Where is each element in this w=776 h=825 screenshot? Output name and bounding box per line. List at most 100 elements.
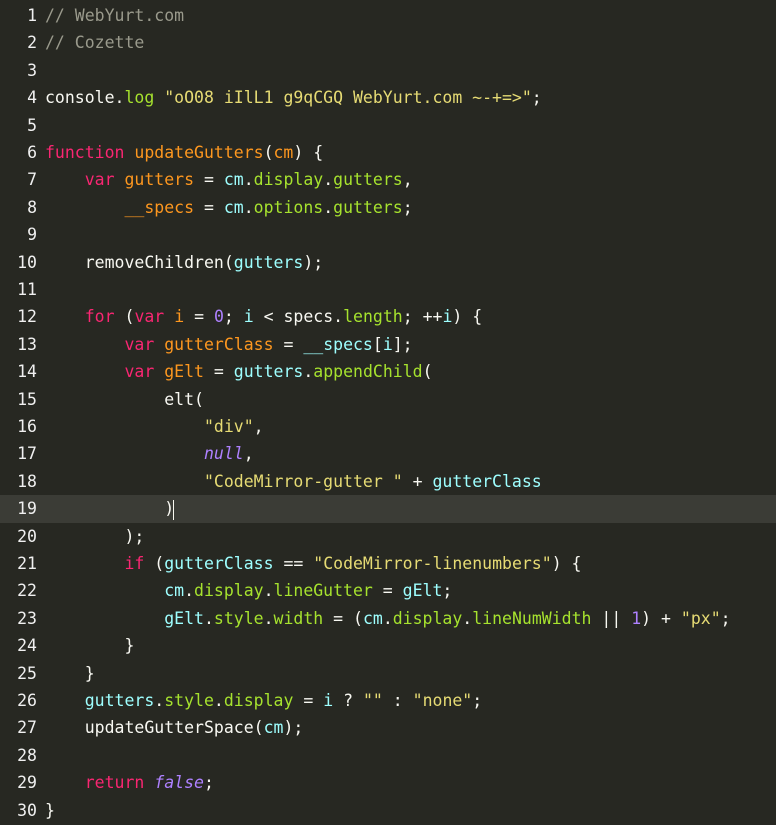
code-token: . [333,307,344,327]
line-number: 5 [27,115,37,135]
code-line[interactable]: 25 } [0,660,776,687]
code-text[interactable]: console.log "oO08 iIlL1 g9qCGQ WebYurt.c… [45,84,542,111]
code-line[interactable]: 2 // Cozette [0,29,776,56]
line-number: 13 [17,334,37,354]
code-token: console [45,88,115,108]
code-line[interactable]: 29 return false; [0,769,776,796]
code-line[interactable]: 6 function updateGutters(cm) { [0,139,776,166]
code-line[interactable]: 17 null, [0,440,776,467]
code-text[interactable]: } [45,660,95,687]
code-line[interactable]: 27 updateGutterSpace(cm); [0,714,776,741]
code-text[interactable]: ); [45,523,144,550]
code-text[interactable]: return false; [45,769,214,796]
code-token: function [45,143,125,162]
code-line[interactable]: 23 gElt.style.width = (cm.display.lineNu… [0,605,776,632]
line-number: 27 [17,718,37,738]
code-text[interactable]: gElt.style.width = (cm.display.lineNumWi… [45,605,730,632]
code-token: __specs [124,197,195,217]
code-line[interactable]: 5 [0,112,776,139]
code-token: ( [343,608,363,628]
code-line[interactable]: 10 removeChildren(gutters); [0,249,776,276]
code-text[interactable]: var gutters = cm.display.gutters, [45,166,413,193]
line-number: 11 [17,280,37,299]
code-line[interactable]: 19 ) [0,495,776,523]
line-number: 30 [17,800,37,820]
code-text[interactable]: } [45,632,134,659]
code-token: length [343,307,403,327]
code-line[interactable]: 12 for (var i = 0; i < specs.length; ++i… [0,303,776,330]
code-line[interactable]: 24 } [0,632,776,659]
code-token: ; [442,581,453,601]
code-token: ]; [392,334,413,354]
code-text[interactable]: for (var i = 0; i < specs.length; ++i) { [45,303,482,330]
code-line[interactable]: 20 ); [0,523,776,550]
code-text[interactable]: null, [45,440,254,467]
code-token: gutters [333,170,403,190]
code-line[interactable]: 21 if (gutterClass == "CodeMirror-linenu… [0,550,776,577]
code-token: cm [263,718,284,738]
code-token: "CodeMirror-linenumbers" [313,554,552,573]
text-cursor [173,499,175,520]
code-token: ; [402,197,413,217]
code-token: . [382,608,393,628]
code-text[interactable]: removeChildren(gutters); [45,249,323,276]
code-line[interactable]: 7 var gutters = cm.display.gutters, [0,166,776,193]
code-line[interactable]: 1 // WebYurt.com [0,2,776,29]
code-token: = [194,307,204,327]
code-text[interactable]: if (gutterClass == "CodeMirror-linenumbe… [45,550,581,577]
code-text[interactable]: // WebYurt.com [45,2,184,29]
code-text[interactable]: __specs = cm.options.gutters; [45,194,413,221]
code-line[interactable]: 15 elt( [0,386,776,413]
code-text[interactable]: var gutterClass = __specs[i]; [45,331,413,358]
code-token: gElt [402,581,443,601]
code-token: 0 [213,307,224,327]
code-line[interactable]: 28 [0,742,776,769]
code-text[interactable]: var gElt = gutters.appendChild( [45,358,432,385]
code-line[interactable]: 3 [0,57,776,84]
code-token: "px" [680,608,721,628]
code-token: display [223,691,294,710]
code-text[interactable]: updateGutterSpace(cm); [45,714,304,741]
code-text[interactable]: ) [45,495,175,522]
code-line[interactable]: 9 [0,221,776,248]
code-text[interactable]: gutters.style.display = i ? "" : "none"; [45,687,482,714]
code-line[interactable]: 11 [0,276,776,303]
line-number: 17 [17,444,37,464]
code-line[interactable]: 22 cm.display.lineGutter = gElt; [0,577,776,604]
code-token: for [84,307,115,327]
line-number: 21 [17,554,37,573]
code-text[interactable]: elt( [45,386,204,413]
code-line[interactable]: 8 __specs = cm.options.gutters; [0,194,776,221]
code-text[interactable]: "div", [45,413,264,440]
code-token: ? [343,691,354,710]
code-text[interactable]: } [45,797,55,824]
code-line[interactable]: 4 console.log "oO08 iIlL1 g9qCGQ WebYurt.… [0,84,776,111]
code-token: == [283,554,304,573]
code-token: ; [203,773,214,793]
code-text[interactable]: // Cozette [45,29,144,56]
code-text[interactable]: "CodeMirror-gutter " + gutterClass [45,468,542,495]
code-text[interactable]: function updateGutters(cm) { [45,139,323,166]
code-line[interactable]: 14 var gElt = gutters.appendChild( [0,358,776,385]
code-token: "" [362,691,383,710]
code-token: gutters [233,252,304,272]
code-line[interactable]: 13 var gutterClass = __specs[i]; [0,331,776,358]
code-line[interactable]: 26 gutters.style.display = i ? "" : "non… [0,687,776,714]
code-token: i [243,307,254,327]
code-line[interactable]: 18 "CodeMirror-gutter " + gutterClass [0,468,776,495]
code-line[interactable]: 30} [0,797,776,824]
code-line[interactable]: 16 "div", [0,413,776,440]
code-editor[interactable]: 1 // WebYurt.com 2 // Cozette 3 4 console.log … [0,0,776,825]
code-token: [ [372,334,383,354]
code-text[interactable]: cm.display.lineGutter = gElt; [45,577,452,604]
code-token: } [84,663,95,683]
